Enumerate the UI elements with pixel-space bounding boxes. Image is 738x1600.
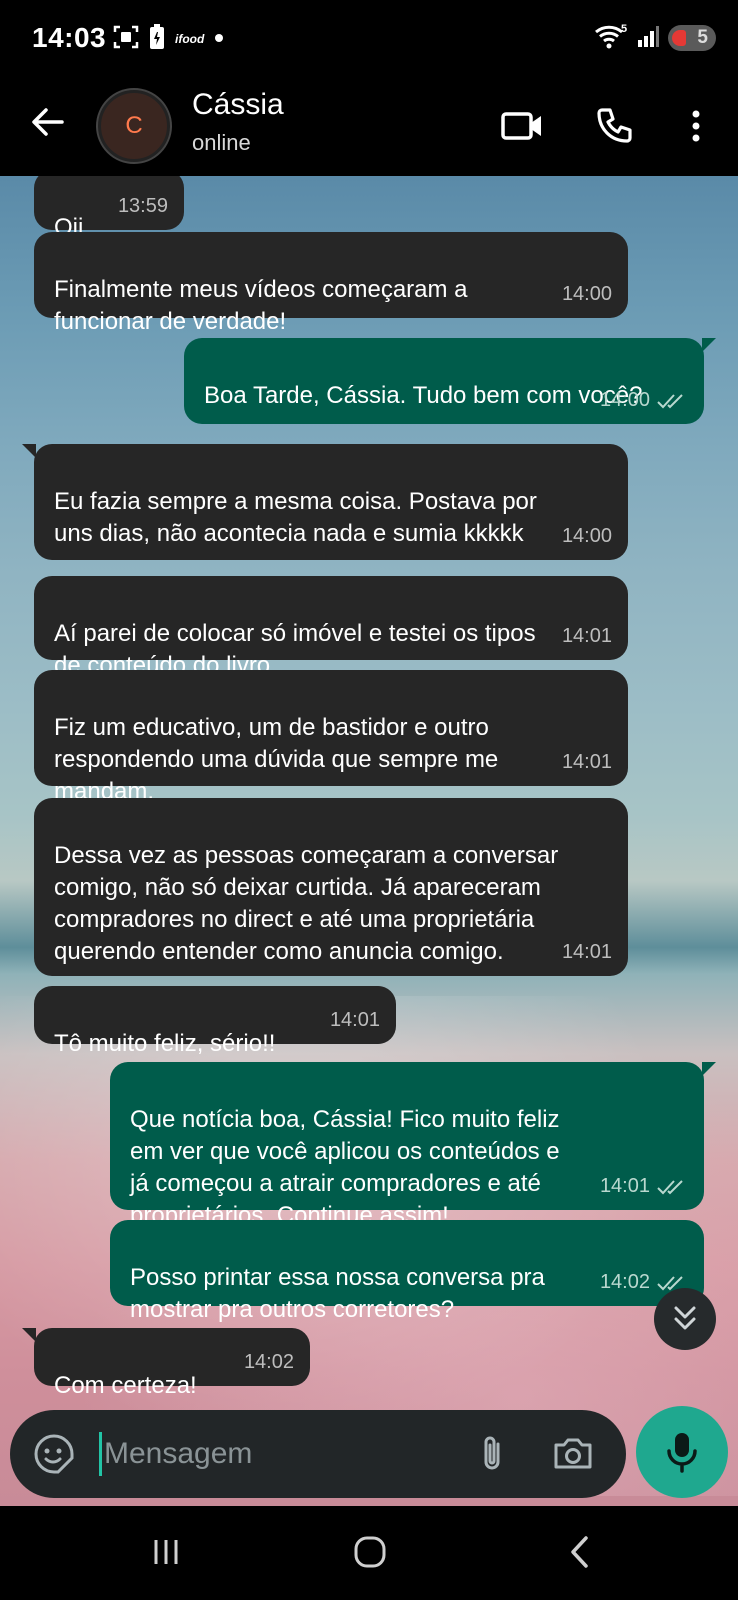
message-incoming[interactable]: Dessa vez as pessoas começaram a convers… <box>34 798 628 976</box>
signal-icon <box>636 24 660 53</box>
avatar[interactable]: C <box>98 90 170 162</box>
message-incoming[interactable]: Finalmente meus vídeos começaram a funci… <box>34 232 628 335</box>
mic-icon <box>667 1433 697 1473</box>
battery-icon: 5 <box>668 25 716 51</box>
scroll-to-bottom-button[interactable] <box>654 1288 716 1350</box>
message-incoming[interactable]: Com certeza! 14:02 <box>22 1328 310 1399</box>
message-outgoing[interactable]: Posso printar essa nossa conversa pra mo… <box>110 1220 704 1323</box>
ifood-icon: ifood <box>175 32 205 46</box>
svg-text:5: 5 <box>621 23 627 35</box>
message-text: Que notícia boa, Cássia! Fico muito feli… <box>130 1106 560 1229</box>
message-text: Boa Tarde, Cássia. Tudo bem com você? <box>204 382 643 409</box>
message-text: Finalmente meus vídeos começaram a funci… <box>54 276 468 335</box>
battery-level: 5 <box>697 27 708 48</box>
message-outgoing[interactable]: Boa Tarde, Cássia. Tudo bem com você? 14… <box>184 338 716 424</box>
voice-call-icon[interactable] <box>590 102 638 150</box>
contact-status: online <box>192 130 251 155</box>
message-time: 14:00 <box>600 384 688 416</box>
sticker-icon[interactable] <box>32 1432 76 1476</box>
message-text: Tô muito feliz, sério!! <box>54 1030 276 1057</box>
message-outgoing[interactable]: Que notícia boa, Cássia! Fico muito feli… <box>110 1062 716 1229</box>
message-text: Fiz um educativo, um de bastidor e outro… <box>54 714 499 805</box>
message-text: Com certeza! <box>54 1372 197 1399</box>
video-call-icon[interactable] <box>498 102 546 150</box>
battery-saver-icon <box>149 23 165 55</box>
chat-header: C Cássia online <box>0 78 738 176</box>
contact-name[interactable]: Cássia <box>192 88 284 122</box>
recents-icon[interactable] <box>142 1532 190 1572</box>
message-time: 14:01 <box>561 941 612 963</box>
nav-back-icon[interactable] <box>556 1532 604 1572</box>
message-text: Dessa vez as pessoas começaram a convers… <box>54 842 559 965</box>
message-time: 14:00 <box>561 283 612 305</box>
home-icon[interactable] <box>346 1532 394 1572</box>
message-incoming[interactable]: Tô muito feliz, sério!! 14:01 <box>34 986 396 1057</box>
message-incoming[interactable]: Oii 13:59 <box>34 176 184 241</box>
text-caret <box>99 1432 102 1476</box>
screenshot-icon <box>113 24 139 55</box>
back-arrow-icon[interactable] <box>26 100 70 144</box>
attach-icon[interactable] <box>470 1432 514 1476</box>
mic-button[interactable] <box>636 1406 728 1498</box>
message-composer <box>10 1410 626 1498</box>
message-time: 14:02 <box>243 1351 294 1373</box>
message-text: Eu fazia sempre a mesma coisa. Postava p… <box>54 488 537 547</box>
status-bar: 14:03 ifood 5 5 <box>0 0 738 78</box>
wifi-icon: 5 <box>594 22 628 55</box>
double-check-icon <box>657 394 683 409</box>
double-check-icon <box>657 1180 683 1195</box>
message-time: 14:01 <box>561 625 612 647</box>
message-incoming[interactable]: Eu fazia sempre a mesma coisa. Postava p… <box>22 444 628 560</box>
message-input[interactable] <box>104 1428 444 1480</box>
message-incoming[interactable]: Aí parei de colocar só imóvel e testei o… <box>34 576 628 679</box>
message-time: 14:01 <box>561 751 612 773</box>
camera-icon[interactable] <box>550 1432 596 1476</box>
message-time: 14:00 <box>561 525 612 547</box>
dot-icon <box>214 30 224 48</box>
system-nav-bar <box>0 1506 738 1600</box>
chevron-double-down-icon <box>674 1306 696 1330</box>
chat-area[interactable]: Oii 13:59 Finalmente meus vídeos começar… <box>0 176 738 1506</box>
status-time: 14:03 <box>32 22 107 53</box>
more-vert-icon[interactable] <box>672 102 720 150</box>
message-incoming[interactable]: Fiz um educativo, um de bastidor e outro… <box>34 670 628 805</box>
message-time: 14:01 <box>329 1009 380 1031</box>
message-time: 13:59 <box>117 195 168 217</box>
message-text: Posso printar essa nossa conversa pra mo… <box>130 1264 545 1323</box>
message-time: 14:01 <box>600 1170 688 1202</box>
